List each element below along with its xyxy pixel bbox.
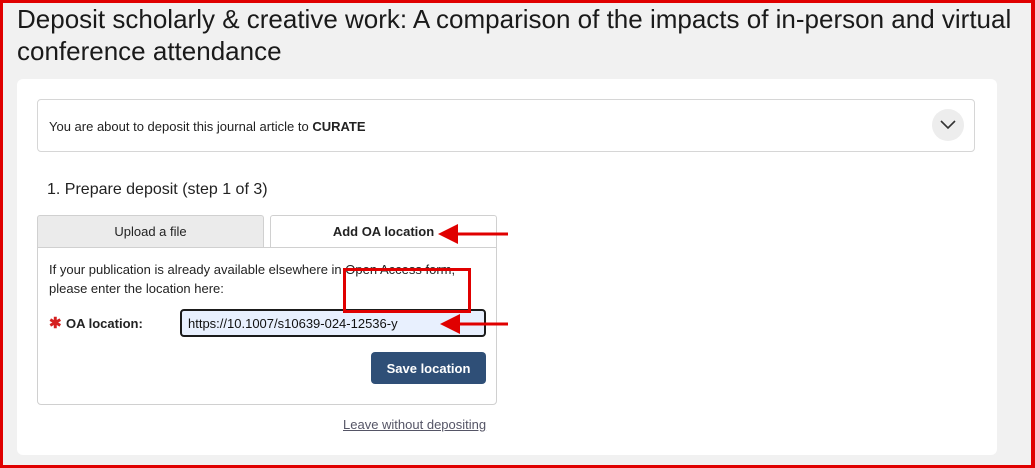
expand-button[interactable] bbox=[932, 109, 964, 141]
notice-text: You are about to deposit this journal ar… bbox=[49, 119, 366, 134]
deposit-card: You are about to deposit this journal ar… bbox=[17, 79, 997, 455]
deposit-tabs: Upload a file Add OA location bbox=[37, 215, 497, 247]
oa-location-label: OA location: bbox=[66, 316, 143, 331]
tab-upload-file[interactable]: Upload a file bbox=[37, 215, 264, 247]
save-location-button[interactable]: Save location bbox=[371, 352, 486, 384]
leave-without-depositing-link[interactable]: Leave without depositing bbox=[343, 417, 486, 432]
notice-repository: CURATE bbox=[312, 119, 366, 134]
oa-location-panel: If your publication is already available… bbox=[37, 247, 497, 405]
help-text: If your publication is already available… bbox=[49, 262, 456, 296]
red-arrow-icon bbox=[440, 314, 508, 334]
chevron-down-icon bbox=[940, 120, 956, 130]
red-arrow-icon bbox=[438, 224, 508, 244]
notice-prefix: You are about to deposit this journal ar… bbox=[49, 119, 313, 134]
page-title: Deposit scholarly & creative work: A com… bbox=[17, 4, 1012, 66]
required-marker: ✱ bbox=[49, 315, 62, 332]
deposit-notice: You are about to deposit this journal ar… bbox=[37, 99, 975, 152]
step-title: 1. Prepare deposit (step 1 of 3) bbox=[47, 181, 268, 198]
